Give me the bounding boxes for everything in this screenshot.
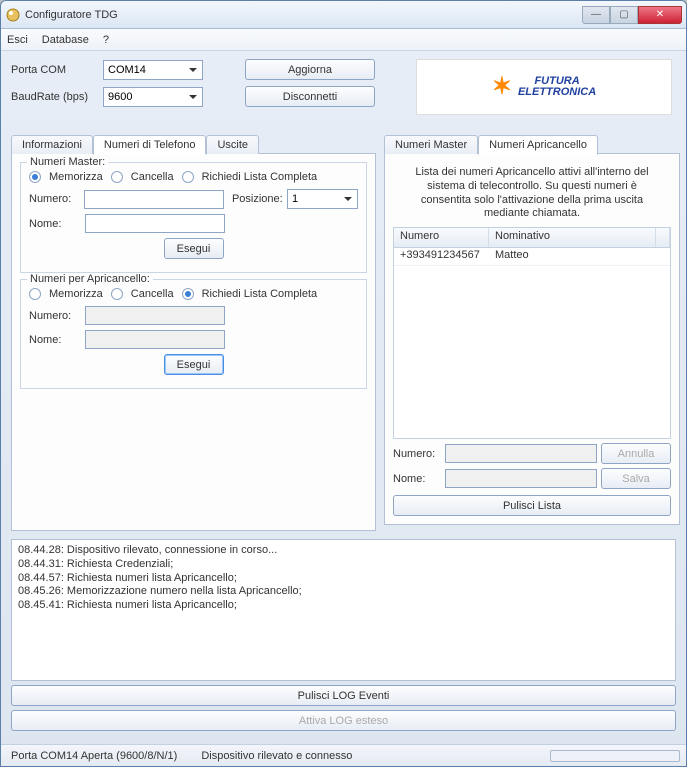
tab-numeri-telefono[interactable]: Numeri di Telefono (93, 135, 207, 155)
annulla-button[interactable]: Annulla (601, 443, 671, 464)
maximize-button[interactable]: ▢ (610, 6, 638, 24)
master-posizione-combo[interactable]: 1 (287, 189, 358, 209)
window-controls: — ▢ ✕ (582, 6, 682, 24)
salva-button[interactable]: Salva (601, 468, 671, 489)
statusbar: Porta COM14 Aperta (9600/8/N/1) Disposit… (1, 744, 686, 766)
attiva-log-esteso-button[interactable]: Attiva LOG esteso (11, 710, 676, 731)
right-numero-input[interactable] (445, 444, 597, 463)
disconnetti-button[interactable]: Disconnetti (245, 86, 375, 107)
tab-numeri-master[interactable]: Numeri Master (384, 135, 478, 154)
tab-numeri-apricancello[interactable]: Numeri Apricancello (478, 135, 598, 155)
right-tabs: Numeri Master Numeri Apricancello Lista … (384, 135, 680, 525)
baud-combo[interactable]: 9600 (103, 87, 203, 107)
apric-richiedi-radio[interactable] (182, 288, 194, 300)
apric-cancella-radio[interactable] (111, 288, 123, 300)
right-nome-label: Nome: (393, 473, 441, 485)
master-richiedi-radio[interactable] (182, 171, 194, 183)
status-dispositivo: Dispositivo rilevato e connesso (197, 750, 356, 762)
master-nome-input[interactable] (85, 214, 225, 233)
col-numero-header[interactable]: Numero (394, 228, 489, 247)
apric-memorizza-label: Memorizza (49, 288, 103, 300)
right-nome-input[interactable] (445, 469, 597, 488)
left-tabs: Informazioni Numeri di Telefono Uscite N… (11, 135, 376, 531)
apric-nome-input[interactable] (85, 330, 225, 349)
pulisci-log-button[interactable]: Pulisci LOG Eventi (11, 685, 676, 706)
baud-label: BaudRate (bps) (11, 91, 97, 103)
minimize-button[interactable]: — (582, 6, 610, 24)
master-numero-input[interactable] (84, 190, 224, 209)
porta-label: Porta COM (11, 64, 97, 76)
table-row[interactable]: +393491234567Matteo (394, 248, 670, 266)
menu-help[interactable]: ? (103, 34, 109, 46)
apric-memorizza-radio[interactable] (29, 288, 41, 300)
apric-description: Lista dei numeri Apricancello attivi all… (393, 162, 671, 227)
log-line: 08.44.57: Richiesta numeri lista Aprican… (18, 572, 669, 586)
baud-value: 9600 (108, 91, 132, 103)
grid-header: Numero Nominativo (394, 228, 670, 248)
apric-esegui-button[interactable]: Esegui (164, 354, 224, 375)
master-posizione-label: Posizione: (232, 193, 283, 205)
client-area: Porta COM COM14 Aggiorna BaudRate (bps) … (1, 51, 686, 735)
apric-nome-label: Nome: (29, 334, 81, 346)
master-legend: Numeri Master: (27, 156, 108, 168)
log-line: 08.44.28: Dispositivo rilevato, connessi… (18, 544, 669, 558)
titlebar: Configuratore TDG — ▢ ✕ (1, 1, 686, 29)
apric-cancella-label: Cancella (131, 288, 174, 300)
apric-grid: Numero Nominativo +393491234567Matteo (393, 227, 671, 439)
tab-informazioni[interactable]: Informazioni (11, 135, 93, 154)
master-nome-label: Nome: (29, 218, 81, 230)
grid-body[interactable]: +393491234567Matteo (394, 248, 670, 438)
menu-database[interactable]: Database (42, 34, 89, 46)
right-numero-label: Numero: (393, 448, 441, 460)
window: Configuratore TDG — ▢ ✕ Esci Database ? … (0, 0, 687, 767)
apric-richiedi-label: Richiedi Lista Completa (202, 288, 318, 300)
pulisci-lista-button[interactable]: Pulisci Lista (393, 495, 671, 516)
left-tab-panel: Numeri Master: Memorizza Cancella Richie… (11, 153, 376, 531)
logo-star-icon: ✶ (492, 75, 512, 99)
status-porta: Porta COM14 Aperta (9600/8/N/1) (7, 750, 181, 762)
master-cancella-radio[interactable] (111, 171, 123, 183)
col-nominativo-header[interactable]: Nominativo (489, 228, 656, 247)
apric-numero-label: Numero: (29, 310, 81, 322)
window-title: Configuratore TDG (25, 9, 582, 21)
master-fieldset: Numeri Master: Memorizza Cancella Richie… (20, 162, 367, 273)
porta-value: COM14 (108, 64, 146, 76)
apric-legend: Numeri per Apricancello: (27, 273, 153, 285)
master-richiedi-label: Richiedi Lista Completa (202, 171, 318, 183)
log-line: 08.45.41: Richiesta numeri lista Aprican… (18, 599, 669, 613)
aggiorna-button[interactable]: Aggiorna (245, 59, 375, 80)
menubar: Esci Database ? (1, 29, 686, 51)
log-line: 08.44.31: Richiesta Credenziali; (18, 558, 669, 572)
log-area[interactable]: 08.44.28: Dispositivo rilevato, connessi… (11, 539, 676, 681)
master-memorizza-label: Memorizza (49, 171, 103, 183)
menu-esci[interactable]: Esci (7, 34, 28, 46)
app-icon (5, 7, 21, 23)
master-posizione-value: 1 (292, 193, 298, 205)
porta-combo[interactable]: COM14 (103, 60, 203, 80)
apric-fieldset: Numeri per Apricancello: Memorizza Cance… (20, 279, 367, 389)
apric-numero-input[interactable] (85, 306, 225, 325)
master-memorizza-radio[interactable] (29, 171, 41, 183)
logo-text: FUTURAELETTRONICA (518, 76, 596, 98)
cell-nominativo: Matteo (489, 248, 670, 265)
status-progress (550, 750, 680, 762)
cell-numero: +393491234567 (394, 248, 489, 265)
log-line: 08.45.26: Memorizzazione numero nella li… (18, 585, 669, 599)
master-cancella-label: Cancella (131, 171, 174, 183)
right-tab-panel: Lista dei numeri Apricancello attivi all… (384, 153, 680, 525)
close-button[interactable]: ✕ (638, 6, 682, 24)
master-esegui-button[interactable]: Esegui (164, 238, 224, 259)
master-numero-label: Numero: (29, 193, 80, 205)
logo: ✶ FUTURAELETTRONICA (416, 59, 672, 115)
tab-uscite[interactable]: Uscite (206, 135, 259, 154)
